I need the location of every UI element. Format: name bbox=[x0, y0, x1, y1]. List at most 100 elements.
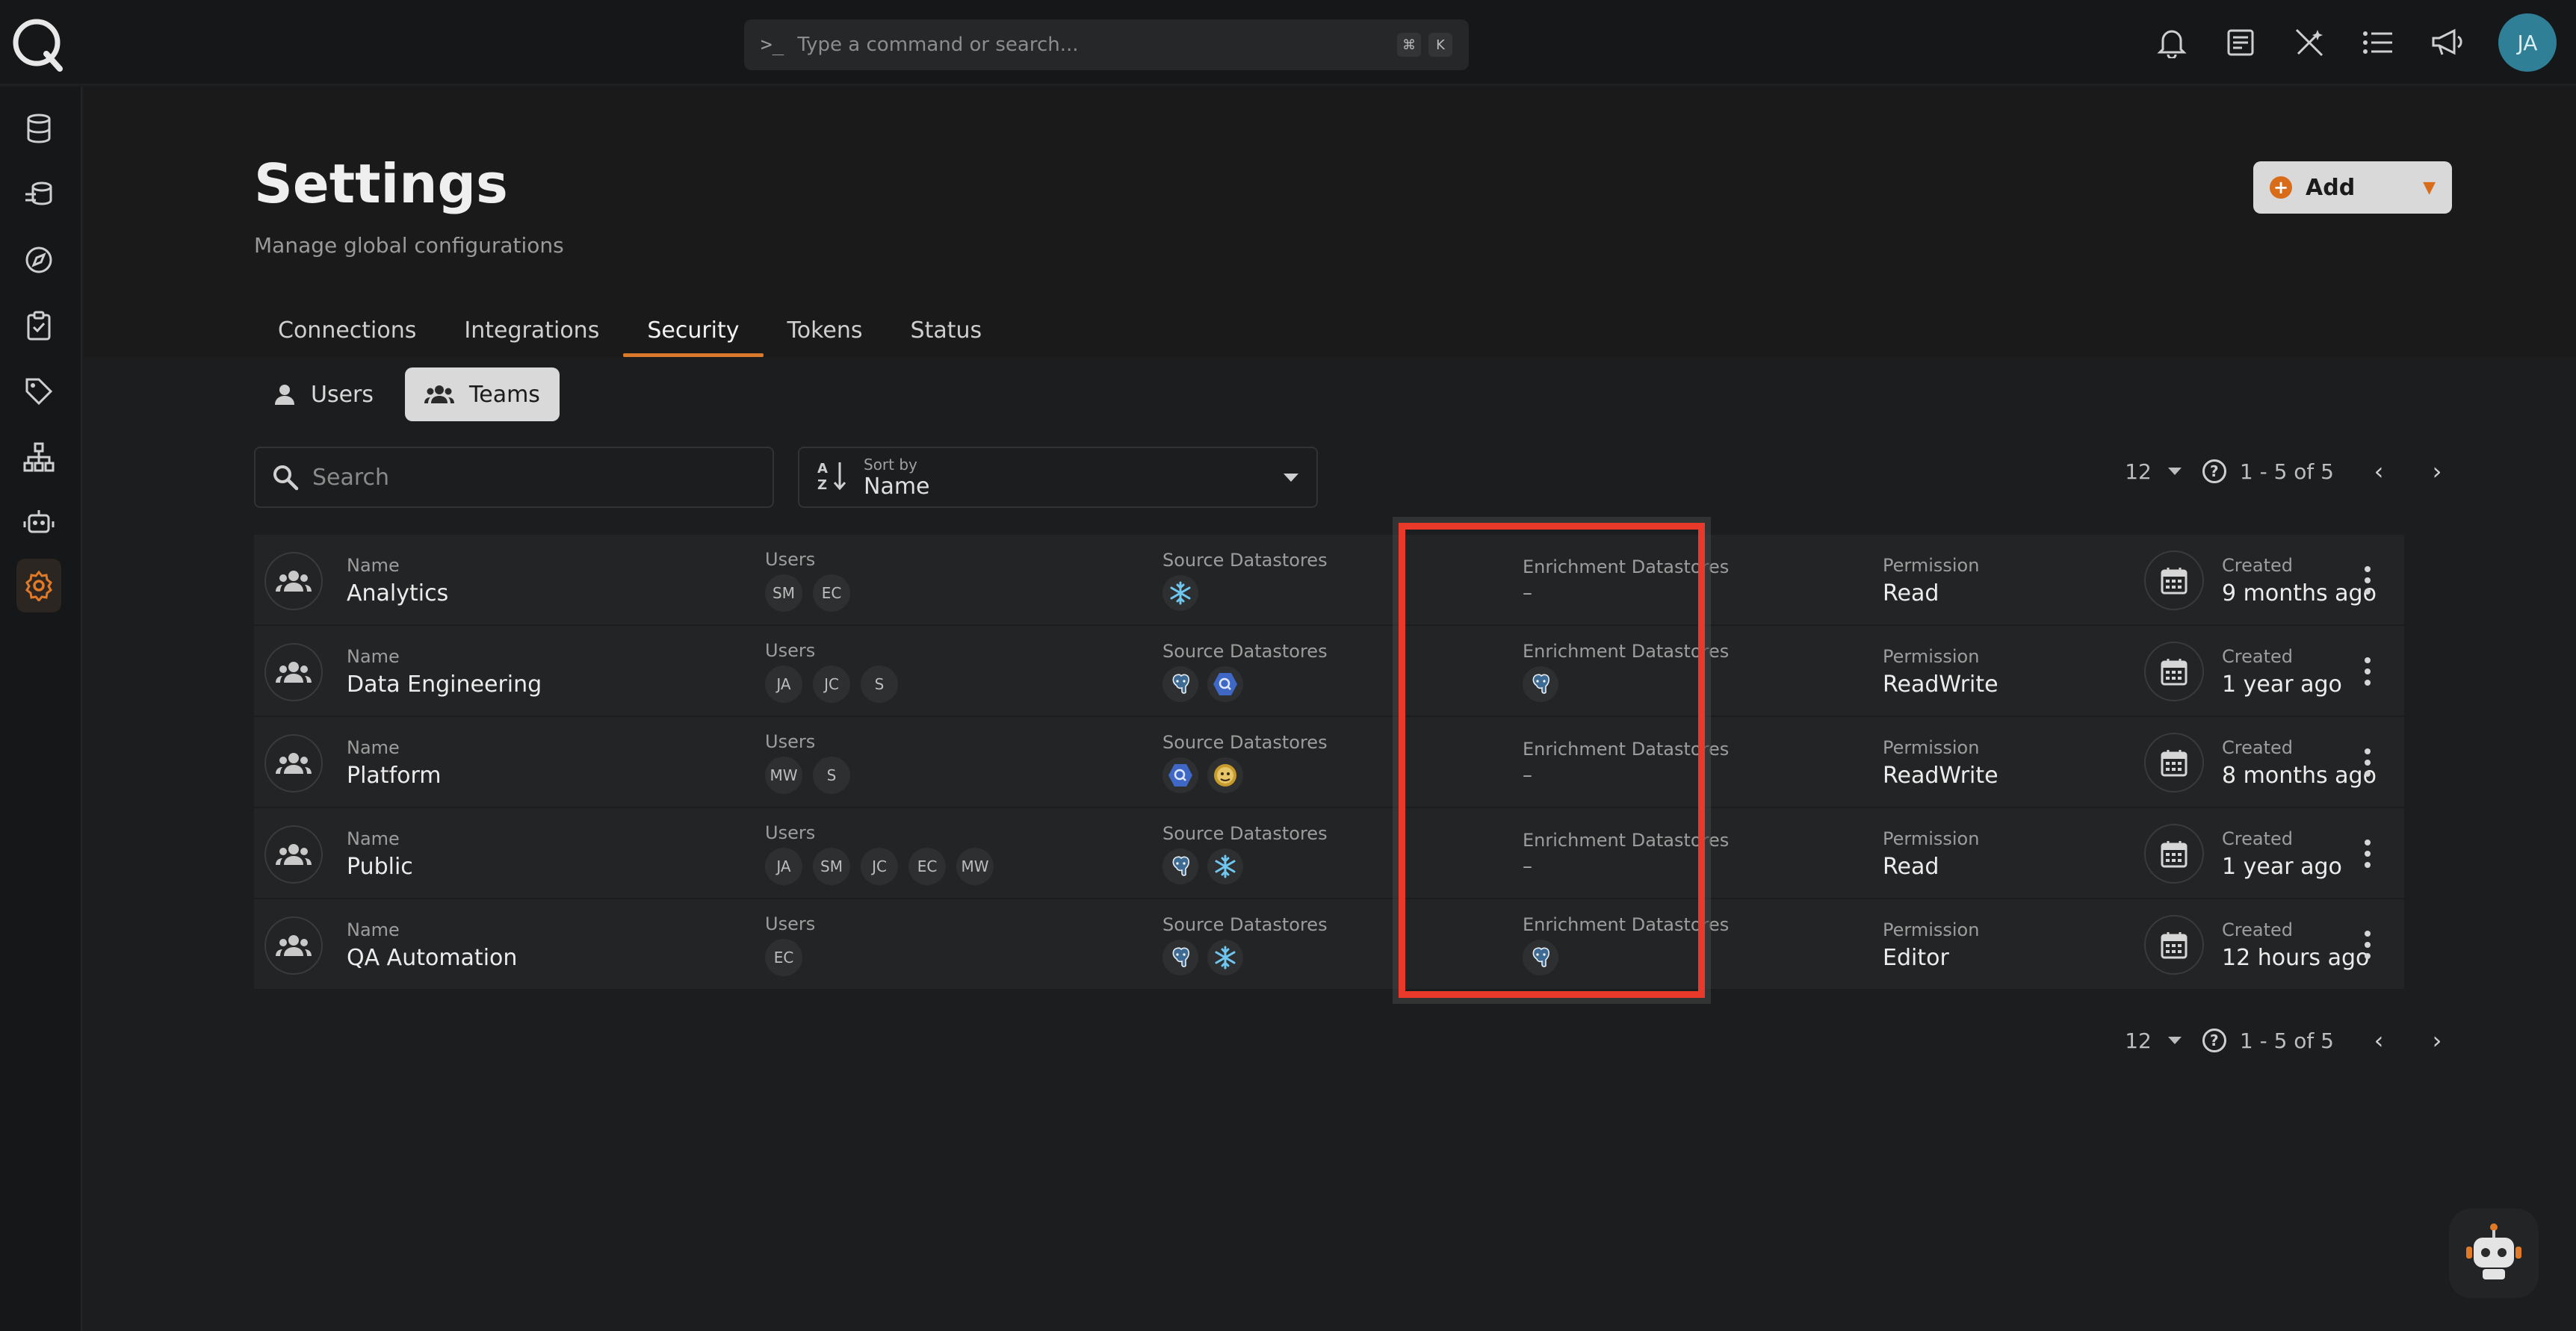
user-chips: JA SM JC EC MW bbox=[765, 848, 994, 885]
team-group-icon bbox=[264, 734, 323, 792]
list-icon[interactable] bbox=[2358, 22, 2398, 63]
tab-tokens[interactable]: Tokens bbox=[764, 303, 887, 357]
database-icon[interactable] bbox=[16, 106, 61, 151]
document-icon[interactable] bbox=[2220, 22, 2261, 63]
users-cell: Users SM EC bbox=[765, 535, 850, 626]
team-name-cell: Name Data Engineering bbox=[347, 626, 542, 717]
user-initials-chip[interactable]: JA bbox=[765, 666, 802, 703]
pagination-range: 1 - 5 of 5 bbox=[2239, 1028, 2334, 1053]
search-input[interactable]: Search bbox=[254, 447, 774, 508]
user-initials-chip[interactable]: MW bbox=[765, 757, 802, 794]
hierarchy-icon[interactable] bbox=[16, 435, 61, 480]
user-initials-chip[interactable]: EC bbox=[765, 939, 802, 976]
users-cell: Users JA JC S bbox=[765, 626, 898, 717]
help-icon[interactable]: ? bbox=[2202, 1028, 2226, 1052]
next-page-icon[interactable]: › bbox=[2422, 1026, 2452, 1055]
per-page-caret-icon[interactable] bbox=[2167, 468, 2182, 475]
user-initials-chip[interactable]: SM bbox=[813, 848, 850, 885]
postgres-icon[interactable] bbox=[1162, 940, 1198, 975]
snowflake-icon[interactable] bbox=[1162, 575, 1198, 611]
user-initials-chip[interactable]: EC bbox=[908, 848, 946, 885]
subtab-teams[interactable]: Teams bbox=[405, 367, 560, 421]
name-label: Name bbox=[347, 919, 400, 940]
permission-label: Permission bbox=[1883, 645, 1980, 667]
team-name[interactable]: QA Automation bbox=[347, 945, 517, 971]
checklist-icon[interactable] bbox=[16, 303, 61, 348]
tab-status[interactable]: Status bbox=[887, 303, 1006, 357]
team-name[interactable]: Public bbox=[347, 854, 413, 880]
chevron-down-icon: ▼ bbox=[2423, 178, 2436, 197]
tag-icon[interactable] bbox=[16, 369, 61, 414]
bigquery-icon[interactable] bbox=[1207, 666, 1243, 702]
table-row[interactable]: Name Analytics Users SM EC Source Datastores E… bbox=[254, 535, 2404, 626]
prev-page-icon[interactable]: ‹ bbox=[2364, 1026, 2394, 1055]
source-datastore-icons bbox=[1162, 940, 1328, 975]
app-logo[interactable] bbox=[9, 16, 64, 72]
postgres-icon[interactable] bbox=[1162, 848, 1198, 884]
postgres-icon[interactable] bbox=[1162, 666, 1198, 702]
more-options-icon[interactable] bbox=[2356, 562, 2379, 599]
add-button-label: Add bbox=[2306, 174, 2356, 201]
subtab-users[interactable]: Users bbox=[254, 367, 393, 421]
settings-gear-icon[interactable] bbox=[16, 559, 61, 612]
team-name[interactable]: Data Engineering bbox=[347, 671, 542, 698]
user-avatar[interactable]: JA bbox=[2498, 13, 2557, 72]
user-initials-chip[interactable]: EC bbox=[813, 574, 850, 612]
hive-icon[interactable] bbox=[1207, 757, 1243, 793]
more-options-icon[interactable] bbox=[2356, 744, 2379, 781]
user-initials-chip[interactable]: MW bbox=[956, 848, 994, 885]
user-initials-chip[interactable]: JC bbox=[813, 666, 850, 703]
bell-icon[interactable] bbox=[2152, 22, 2192, 63]
sort-select[interactable]: AZ Sort by Name bbox=[798, 447, 1318, 508]
pagination-top: 12 ? 1 - 5 of 5 ‹ › bbox=[2125, 457, 2452, 485]
team-name[interactable]: Analytics bbox=[347, 580, 448, 606]
postgres-icon[interactable] bbox=[1523, 666, 1558, 702]
more-options-icon[interactable] bbox=[2356, 835, 2379, 872]
users-label: Users bbox=[765, 640, 816, 661]
snowflake-icon[interactable] bbox=[1207, 940, 1243, 975]
enrichment-datastores-label: Enrichment Datastores bbox=[1523, 641, 1730, 662]
snowflake-icon[interactable] bbox=[1207, 848, 1243, 884]
created-value: 8 months ago bbox=[2222, 762, 2377, 789]
compass-icon[interactable] bbox=[16, 238, 61, 282]
permission-cell: Permission ReadWrite bbox=[1883, 717, 1998, 808]
tab-security[interactable]: Security bbox=[623, 303, 764, 357]
table-row[interactable]: Name Data Engineering Users JA JC S Source Dat… bbox=[254, 626, 2404, 717]
help-icon[interactable]: ? bbox=[2202, 459, 2226, 483]
per-page-select[interactable]: 12 bbox=[2125, 459, 2152, 484]
robot-icon[interactable] bbox=[16, 500, 61, 545]
subtab-teams-label: Teams bbox=[469, 381, 540, 408]
bigquery-icon[interactable] bbox=[1162, 757, 1198, 793]
user-initials-chip[interactable]: SM bbox=[765, 574, 802, 612]
assistant-robot-icon[interactable] bbox=[2449, 1209, 2539, 1298]
prev-page-icon[interactable]: ‹ bbox=[2364, 457, 2394, 485]
table-row[interactable]: Name Platform Users MW S Source Datastores Enr… bbox=[254, 717, 2404, 808]
user-initials-chip[interactable]: JA bbox=[765, 848, 802, 885]
permission-value: ReadWrite bbox=[1883, 671, 1998, 698]
table-row[interactable]: Name QA Automation Users EC Source Datastore… bbox=[254, 899, 2404, 990]
more-options-icon[interactable] bbox=[2356, 653, 2379, 690]
datastores-icon[interactable] bbox=[16, 172, 61, 217]
user-initials-chip[interactable]: S bbox=[813, 757, 850, 794]
next-page-icon[interactable]: › bbox=[2422, 457, 2452, 485]
command-search[interactable]: >_ Type a command or search... ⌘ K bbox=[744, 19, 1469, 70]
pagination-bottom: 12 ? 1 - 5 of 5 ‹ › bbox=[2125, 1026, 2452, 1055]
table-row[interactable]: Name Public Users JA SM JC EC MW Source Datastor… bbox=[254, 808, 2404, 899]
team-name[interactable]: Platform bbox=[347, 763, 442, 789]
postgres-icon[interactable] bbox=[1523, 940, 1558, 975]
magic-wand-icon[interactable] bbox=[2289, 22, 2329, 63]
settings-header: Settings Manage global configurations + … bbox=[84, 87, 2576, 357]
tab-connections[interactable]: Connections bbox=[254, 303, 440, 357]
user-initials-chip[interactable]: S bbox=[861, 666, 898, 703]
per-page-caret-icon[interactable] bbox=[2167, 1037, 2182, 1044]
subtab-users-label: Users bbox=[311, 381, 374, 408]
megaphone-icon[interactable] bbox=[2427, 22, 2467, 63]
search-icon bbox=[272, 464, 299, 491]
page-title: Settings bbox=[254, 152, 508, 215]
per-page-select[interactable]: 12 bbox=[2125, 1028, 2152, 1053]
source-datastore-icons bbox=[1162, 575, 1328, 611]
more-options-icon[interactable] bbox=[2356, 926, 2379, 964]
tab-integrations[interactable]: Integrations bbox=[440, 303, 623, 357]
user-initials-chip[interactable]: JC bbox=[861, 848, 898, 885]
add-button[interactable]: + Add ▼ bbox=[2253, 161, 2452, 214]
